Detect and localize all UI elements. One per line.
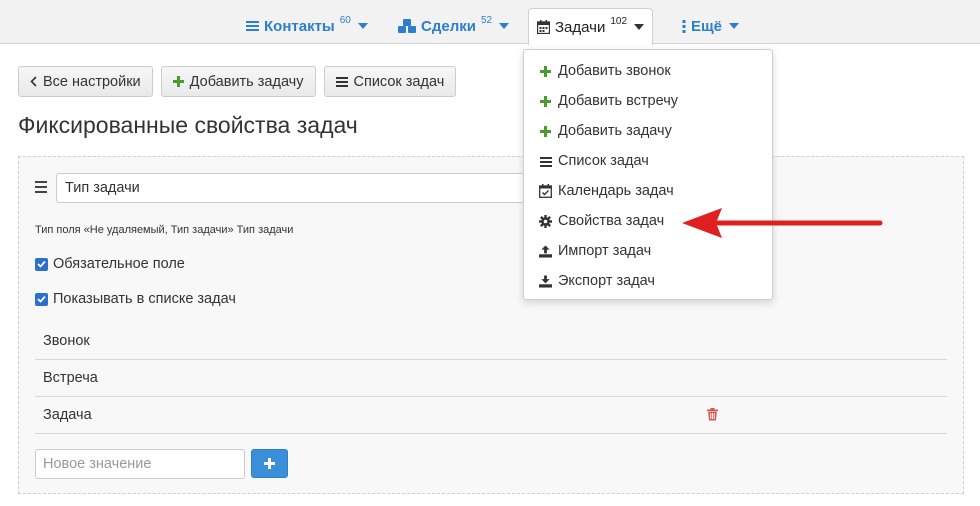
list-icon bbox=[246, 20, 259, 32]
checkbox-checked-icon[interactable] bbox=[35, 292, 48, 306]
vertical-ellipsis-icon bbox=[682, 19, 686, 33]
drag-handle-icon[interactable] bbox=[35, 181, 47, 196]
cubes-icon bbox=[398, 18, 416, 34]
chevron-down-icon bbox=[634, 24, 645, 30]
upload-icon bbox=[539, 244, 552, 258]
calendar-check-icon bbox=[539, 184, 552, 198]
chevron-left-icon bbox=[30, 76, 37, 87]
task-list-button[interactable]: Список задач bbox=[323, 66, 457, 97]
menu-item-add-call[interactable]: Добавить звонок bbox=[524, 56, 772, 86]
annotation-arrow-icon bbox=[682, 208, 883, 238]
list-item[interactable]: Задача bbox=[35, 397, 947, 434]
plus-icon bbox=[539, 95, 552, 107]
nav-tab-more[interactable]: Ещё bbox=[676, 8, 745, 44]
nav-tab-tasks[interactable]: Задачи 102 bbox=[528, 8, 654, 45]
menu-item-add-task[interactable]: Добавить задачу bbox=[524, 116, 772, 146]
required-checkbox-row[interactable]: Обязательное поле bbox=[35, 256, 185, 272]
field-name-input[interactable] bbox=[56, 173, 526, 203]
menu-item-label: Список задач bbox=[558, 153, 649, 169]
top-navbar: Контакты 60 Сделки 52 Задачи 102 Ещё bbox=[0, 0, 980, 45]
nav-tab-deals[interactable]: Сделки 52 bbox=[392, 8, 515, 44]
value-label: Встреча bbox=[43, 370, 98, 386]
field-type-hint: Тип поля «Не удаляемый, Тип задачи» Тип … bbox=[35, 224, 294, 236]
value-list: Звонок Встреча Задача bbox=[35, 323, 947, 434]
settings-toolbar: Все настройки Добавить задачу Список зад… bbox=[18, 66, 457, 97]
new-value-input[interactable] bbox=[35, 449, 245, 479]
show-in-list-checkbox-row[interactable]: Показывать в списке задач bbox=[35, 291, 236, 307]
nav-tab-count: 52 bbox=[480, 14, 493, 26]
menu-item-task-list[interactable]: Список задач bbox=[524, 146, 772, 176]
checkbox-checked-icon[interactable] bbox=[35, 257, 48, 271]
plus-icon bbox=[264, 458, 275, 469]
nav-tab-label: Контакты bbox=[264, 17, 335, 35]
list-icon bbox=[335, 76, 348, 87]
list-item[interactable]: Звонок bbox=[35, 323, 947, 360]
value-label: Звонок bbox=[43, 333, 90, 349]
task-list-label: Список задач bbox=[353, 73, 445, 90]
page-title: Фиксированные свойства задач bbox=[18, 112, 358, 138]
plus-icon bbox=[172, 76, 184, 87]
nav-tab-label: Ещё bbox=[691, 17, 723, 35]
menu-item-task-calendar[interactable]: Календарь задач bbox=[524, 176, 772, 206]
list-item[interactable]: Встреча bbox=[35, 360, 947, 397]
value-label: Задача bbox=[43, 407, 92, 423]
chevron-down-icon bbox=[357, 23, 368, 29]
plus-icon bbox=[539, 65, 552, 77]
tasks-dropdown-menu: Добавить звонок Добавить встречу Добавит… bbox=[523, 49, 773, 300]
menu-item-export-tasks[interactable]: Экспорт задач bbox=[524, 266, 772, 296]
nav-tab-count: 102 bbox=[610, 15, 628, 27]
nav-tab-count: 60 bbox=[339, 14, 351, 26]
calendar-icon bbox=[537, 20, 550, 34]
chevron-down-icon bbox=[499, 23, 510, 29]
add-task-button[interactable]: Добавить задачу bbox=[160, 66, 316, 97]
trash-icon[interactable] bbox=[707, 408, 718, 425]
nav-tab-label: Задачи bbox=[555, 18, 606, 36]
nav-tab-contacts[interactable]: Контакты 60 bbox=[240, 8, 374, 44]
all-settings-button[interactable]: Все настройки bbox=[18, 66, 153, 97]
menu-item-label: Свойства задач bbox=[558, 213, 665, 229]
menu-item-label: Добавить встречу bbox=[558, 93, 678, 109]
menu-item-label: Импорт задач bbox=[558, 243, 652, 259]
chevron-down-icon bbox=[729, 23, 740, 29]
download-icon bbox=[539, 274, 552, 288]
nav-tab-label: Сделки bbox=[421, 17, 476, 35]
menu-item-label: Экспорт задач bbox=[558, 273, 655, 289]
all-settings-label: Все настройки bbox=[43, 73, 141, 90]
gear-icon bbox=[539, 214, 552, 228]
required-label: Обязательное поле bbox=[53, 256, 185, 272]
menu-item-label: Добавить задачу bbox=[558, 123, 672, 139]
menu-item-label: Календарь задач bbox=[558, 183, 674, 199]
add-value-button[interactable] bbox=[251, 449, 288, 478]
plus-icon bbox=[539, 125, 552, 137]
add-task-label: Добавить задачу bbox=[189, 73, 304, 90]
list-icon bbox=[539, 156, 552, 167]
menu-item-add-meeting[interactable]: Добавить встречу bbox=[524, 86, 772, 116]
menu-item-label: Добавить звонок bbox=[558, 63, 671, 79]
show-in-list-label: Показывать в списке задач bbox=[53, 291, 236, 307]
